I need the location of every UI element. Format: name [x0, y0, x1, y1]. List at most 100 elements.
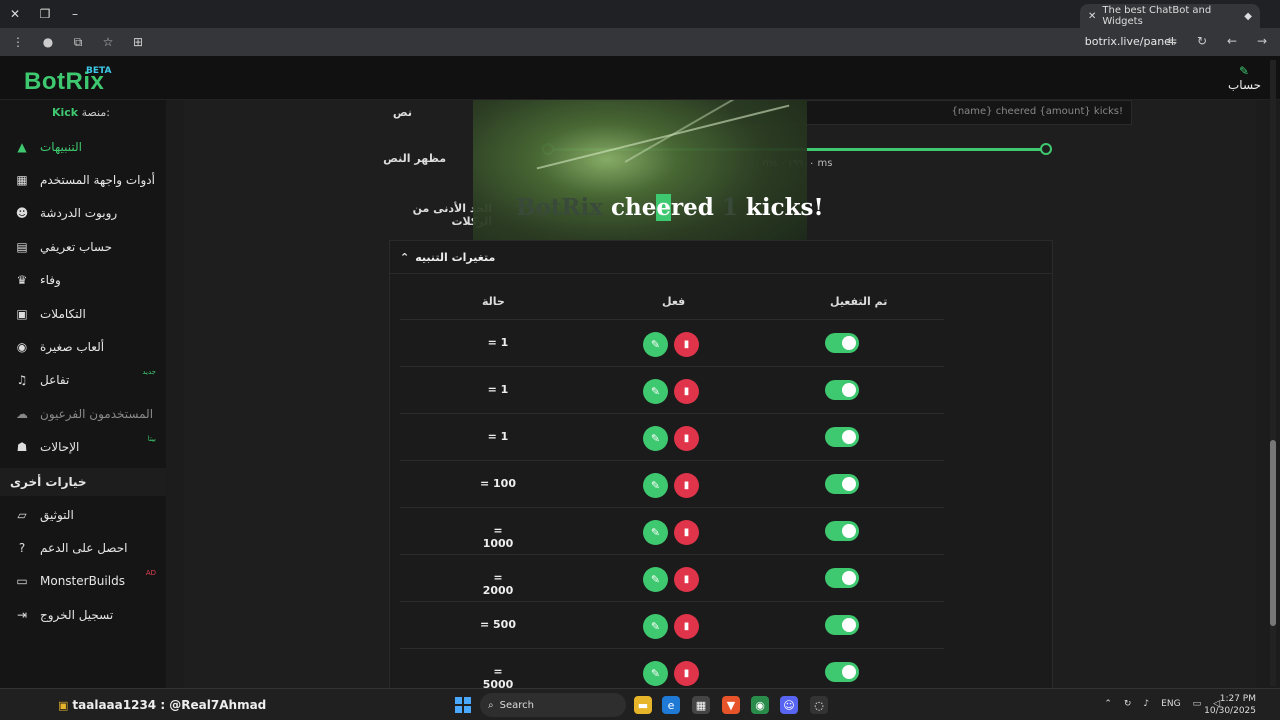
back-icon[interactable]: ←: [1224, 34, 1240, 48]
enabled-toggle[interactable]: [825, 427, 859, 447]
edit-button[interactable]: ✎: [643, 332, 668, 357]
file-explorer-icon[interactable]: ▬: [634, 696, 652, 714]
delete-button[interactable]: ▮: [674, 520, 699, 545]
sidebar-item-loyalty[interactable]: ♛ وفاء: [0, 264, 166, 297]
edit-button[interactable]: ✎: [643, 473, 668, 498]
account-icon: ✎: [1238, 64, 1250, 78]
light-beam: [624, 100, 782, 163]
chrome-icon[interactable]: ◉: [751, 696, 769, 714]
store-icon[interactable]: ▦: [692, 696, 710, 714]
sidebar-item-referrals[interactable]: ☗ الإحالات بيتا: [0, 431, 166, 464]
app-icon[interactable]: ◌: [810, 696, 828, 714]
translate-icon[interactable]: ⊞: [130, 35, 146, 49]
extensions-icon[interactable]: ⧉: [70, 35, 86, 50]
delete-button[interactable]: ▮: [674, 332, 699, 357]
enabled-toggle[interactable]: [825, 521, 859, 541]
brave-icon[interactable]: ▼: [722, 696, 740, 714]
reload-icon[interactable]: ↻: [1194, 34, 1210, 48]
sidebar-item-widgets[interactable]: ▦ أدوات واجهة المستخدم: [0, 163, 166, 196]
system-tray: ⌃ ↻ ♪ ENG ▭ ◁: [1104, 699, 1220, 709]
light-beam: [536, 104, 790, 170]
url-field[interactable]: botrix.live/panel: [1085, 35, 1174, 48]
delete-button[interactable]: ▮: [674, 661, 699, 686]
sync-icon[interactable]: ↻: [1124, 699, 1132, 709]
sidebar-item-subusers[interactable]: ☁ المستخدمون الفرعيون: [0, 397, 166, 430]
forward-icon[interactable]: →: [1254, 34, 1270, 48]
enabled-toggle[interactable]: [825, 380, 859, 400]
beta-badge: BETA: [86, 66, 112, 76]
variation-condition: = 5000: [482, 665, 514, 688]
edge-icon[interactable]: e: [662, 696, 680, 714]
edit-button[interactable]: ✎: [643, 661, 668, 686]
platform-name: Kick: [51, 106, 79, 119]
robot-icon: ☻: [15, 206, 29, 221]
discord-icon[interactable]: ☺: [780, 696, 798, 714]
trash-icon: ▮: [683, 339, 690, 350]
delete-button[interactable]: ▮: [674, 614, 699, 639]
edit-button[interactable]: ✎: [643, 379, 668, 404]
chevron-up-icon[interactable]: ⌃: [1104, 699, 1112, 709]
edit-button[interactable]: ✎: [643, 426, 668, 451]
column-enabled: تم التفعيل: [830, 295, 888, 308]
variation-row: = 1 ✎ ▮: [400, 319, 944, 366]
microphone-icon[interactable]: ♪: [1143, 699, 1149, 709]
enabled-toggle[interactable]: [825, 662, 859, 682]
delete-button[interactable]: ▮: [674, 473, 699, 498]
variations-header[interactable]: ⌃ متغيرات التنبيه: [390, 241, 1052, 274]
variation-row: = 2000 ✎ ▮: [400, 554, 944, 601]
slider-max-handle[interactable]: [1040, 143, 1052, 155]
column-action: فعل: [662, 295, 686, 308]
network-icon[interactable]: ▭: [1193, 699, 1202, 709]
delete-button[interactable]: ▮: [674, 426, 699, 451]
menu-icon[interactable]: ⋮: [10, 35, 26, 49]
browser-tab[interactable]: ✕ The best ChatBot and Widgets ◆: [1080, 4, 1260, 28]
platform-indicator: Kick منصة:: [52, 106, 110, 119]
enabled-toggle[interactable]: [825, 615, 859, 635]
enabled-toggle[interactable]: [825, 333, 859, 353]
variation-condition: = 1000: [482, 524, 514, 550]
minimize-window-icon[interactable]: –: [60, 0, 90, 28]
sidebar-item-chatbot[interactable]: ☻ روبوت الدردشة: [0, 197, 166, 230]
enabled-toggle[interactable]: [825, 568, 859, 588]
sidebar-item-integrations[interactable]: ▣ التكاملات: [0, 297, 166, 330]
restore-window-icon[interactable]: ❐: [30, 0, 60, 28]
edit-button[interactable]: ✎: [643, 520, 668, 545]
sidebar-item-label: تفاعل: [40, 373, 70, 388]
sidebar-item-label: التنبيهات: [40, 139, 82, 154]
windows-start-icon[interactable]: [455, 697, 471, 713]
bookmark-star-icon[interactable]: ☆: [100, 35, 116, 49]
profile-icon[interactable]: ●: [40, 35, 56, 49]
close-window-icon[interactable]: ✕: [0, 0, 30, 28]
sidebar-item-docs[interactable]: ▱ التوثيق: [0, 498, 166, 531]
stream-text: taalaaa1234 : @Real7Ahmad: [72, 698, 267, 712]
enabled-toggle[interactable]: [825, 474, 859, 494]
sidebar-item-minigames[interactable]: ◉ ألعاب صغيرة: [0, 330, 166, 363]
sidebar-item-support[interactable]: ? احصل على الدعم: [0, 531, 166, 564]
scrollbar-thumb[interactable]: [1270, 440, 1276, 626]
sidebar-item-logout[interactable]: ⇥ تسجيل الخروج: [0, 598, 166, 631]
site-settings-icon[interactable]: ⇋: [1164, 34, 1180, 48]
sidebar-item-alerts[interactable]: ▲ التنبيهات: [0, 130, 166, 163]
variation-condition: = 2000: [482, 571, 514, 597]
variation-condition: = 1: [487, 430, 509, 443]
stream-widget[interactable]: ▣ taalaaa1234 : @Real7Ahmad: [58, 698, 266, 712]
language-indicator[interactable]: ENG: [1161, 699, 1180, 709]
account-menu[interactable]: ✎ حساب: [1228, 64, 1261, 92]
taskbar-search[interactable]: ⌕ Search: [480, 693, 626, 717]
tab-close-icon[interactable]: ✕: [1088, 11, 1096, 22]
sidebar-item-monsterbuilds[interactable]: ▭ MonsterBuilds AD: [0, 565, 166, 598]
variation-condition: = 500: [479, 618, 516, 631]
clock[interactable]: 1:27 PM 10/30/2025: [1204, 693, 1256, 717]
layout-icon: ▦: [16, 173, 28, 188]
edit-button[interactable]: ✎: [643, 567, 668, 592]
trash-icon: ▮: [683, 527, 690, 538]
sidebar-item-interaction[interactable]: ♫ تفاعل جديد: [0, 364, 166, 397]
integrations-icon: ▣: [16, 306, 28, 321]
edit-button[interactable]: ✎: [643, 614, 668, 639]
sidebar-item-profile[interactable]: ▤ حساب تعريفي: [0, 230, 166, 263]
delete-button[interactable]: ▮: [674, 379, 699, 404]
delete-button[interactable]: ▮: [674, 567, 699, 592]
pencil-icon: ✎: [650, 573, 661, 586]
variation-condition: = 1: [487, 336, 509, 349]
column-status: حالة: [482, 295, 505, 308]
